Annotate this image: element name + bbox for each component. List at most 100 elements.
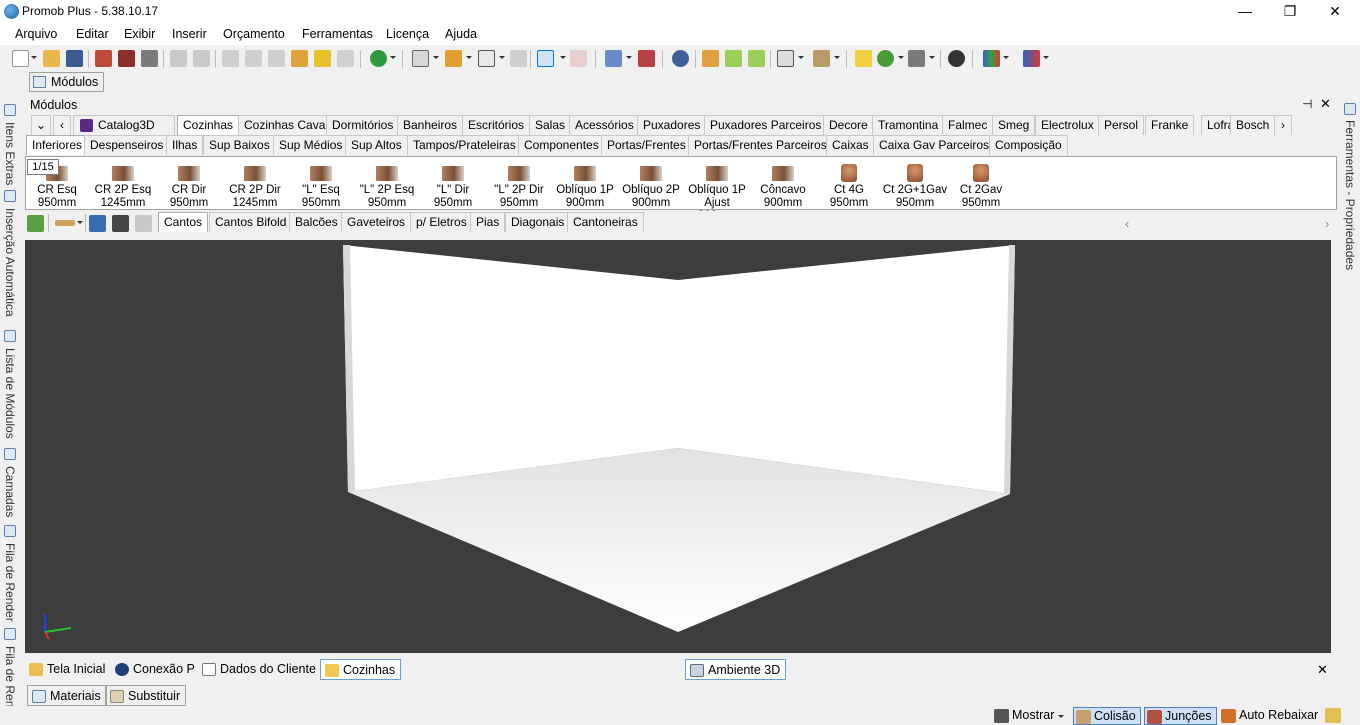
subtab-sup-baixos[interactable]: Sup Baixos [203,135,276,155]
render-icon[interactable] [95,50,112,67]
module-item[interactable]: Ct 2Gav 950mm [948,161,1014,211]
undo-icon[interactable] [170,50,187,67]
tab-dormitorios[interactable]: Dormitórios [326,115,400,135]
module-item[interactable]: Oblíquo 1PAjust 900mm [684,161,750,211]
tab-persol[interactable]: Persol [1098,115,1145,135]
view-tab-ambiente-3d[interactable]: Ambiente 3D [685,659,787,680]
move-icon[interactable] [948,50,965,67]
group-cantos-bifold[interactable]: Cantos Bifold [209,212,293,232]
module-item[interactable]: CR Dir 950mm [156,161,222,211]
module-item[interactable]: Ct 4G 950mm [816,161,882,211]
subtab-caixa-gav-parceiros[interactable]: Caixa Gav Parceiros [873,135,996,155]
subtab-sup-altos[interactable]: Sup Altos [345,135,408,155]
tab-franke[interactable]: Franke [1145,115,1195,135]
chart-icon[interactable] [1023,50,1040,67]
subtab-composicao[interactable]: Composição [989,135,1068,155]
menu-ajuda[interactable]: Ajuda [445,27,477,41]
tab-banheiros[interactable]: Banheiros [397,115,464,135]
doc-tab-cozinhas[interactable]: Cozinhas [320,659,402,680]
hammer-icon[interactable] [291,50,308,67]
save-icon[interactable] [66,50,83,67]
subtab-sup-medios[interactable]: Sup Médios [273,135,349,155]
subtab-tampos-prateleiras[interactable]: Tampos/Prateleiras [407,135,522,155]
camera-icon[interactable] [908,50,925,67]
light-icon[interactable] [855,50,872,67]
tree-icon[interactable] [27,215,44,232]
ruler-icon[interactable] [55,220,75,226]
close-window-button[interactable]: ✕ [1312,0,1358,23]
tab-puxadores-parceiros[interactable]: Puxadores Parceiros [704,115,828,135]
measure-icon[interactable] [570,50,587,67]
tab-next-button[interactable]: › [1274,115,1292,135]
subtab-portas-frentes-parceiros[interactable]: Portas/Frentes Parceiros [688,135,833,155]
dock-fila-render-2[interactable]: Fila de Ren [3,646,17,707]
modules-panel-tab[interactable]: Módulos [29,72,104,92]
dock-insercao-automatica[interactable]: Inserção Automática [3,208,17,317]
menu-ferramentas[interactable]: Ferramentas [302,27,373,41]
doc-tab-conexao[interactable]: Conexão P [111,659,200,680]
group-balcoes[interactable]: Balcões [289,212,344,232]
subtab-componentes[interactable]: Componentes [518,135,605,155]
camera-path-icon[interactable] [877,50,894,67]
menu-arquivo[interactable]: Arquivo [15,27,57,41]
subtab-caixas[interactable]: Caixas [826,135,875,155]
menu-exibir[interactable]: Exibir [124,27,155,41]
module-item[interactable]: Côncavo 900mm [750,161,816,211]
render-settings-icon[interactable] [118,50,135,67]
view-icon[interactable] [777,50,794,67]
cut-icon[interactable] [222,50,239,67]
paint-icon[interactable] [314,50,331,67]
menu-editar[interactable]: Editar [76,27,109,41]
tab-escritorios[interactable]: Escritórios [462,115,531,135]
auto-lower-toggle[interactable]: Auto Rebaixar [1219,707,1318,725]
tab-bosch[interactable]: Bosch [1230,115,1276,135]
collision-toggle[interactable]: Colisão [1073,707,1141,725]
group-pias[interactable]: Pias [470,212,506,232]
tab-cozinhas-cava[interactable]: Cozinhas Cava [238,115,332,135]
subtab-despenseiros[interactable]: Despenseiros [84,135,170,155]
eye-icon[interactable] [672,50,689,67]
joints-toggle[interactable]: Junções [1144,707,1217,725]
tab-falmec[interactable]: Falmec [942,115,994,135]
group-icon[interactable] [445,50,462,67]
tab-decore[interactable]: Decore [823,115,874,135]
open-folder-icon[interactable] [43,50,60,67]
group-diagonais[interactable]: Diagonais [505,212,571,232]
3d-viewport[interactable] [25,240,1331,653]
layers-icon[interactable] [605,50,622,67]
catalog-selector[interactable]: Catalog3D [73,115,175,135]
shape-icon[interactable] [478,50,495,67]
module-item[interactable]: "L" 2P Esq 950mm [354,161,420,211]
module-item[interactable]: CR 2P Esq 1245mm [90,161,156,211]
tab-smeg[interactable]: Smeg [992,115,1036,135]
subtab-ilhas[interactable]: Ilhas [166,135,204,155]
menu-inserir[interactable]: Inserir [172,27,207,41]
tab-acessorios[interactable]: Acessórios [569,115,640,135]
arrow-left-icon[interactable] [725,50,742,67]
binoculars-icon[interactable] [112,215,129,232]
module-swap-icon[interactable] [702,50,719,67]
menu-orcamento[interactable]: Orçamento [223,27,285,41]
delete-icon[interactable] [337,50,354,67]
maximize-button[interactable]: ❐ [1267,0,1313,23]
tab-materiais[interactable]: Materiais [27,685,107,706]
dock-ferramentas-propriedades[interactable]: Ferramentas - Propriedades [1343,120,1357,270]
subtab-portas-frentes[interactable]: Portas/Frentes [601,135,692,155]
magic-wand-icon[interactable] [1325,708,1341,723]
tab-electrolux[interactable]: Electrolux [1035,115,1100,135]
module-item[interactable]: Oblíquo 2P 900mm [618,161,684,211]
dock-fila-render[interactable]: Fila de Render [3,543,17,622]
pin-panel-button[interactable]: ⊣ [1302,97,1312,111]
tab-salas[interactable]: Salas [529,115,572,135]
module-item[interactable]: "L" Esq 950mm [288,161,354,211]
paste-icon[interactable] [268,50,285,67]
module-item[interactable]: Ct 2G+1Gav 950mm [882,161,948,211]
new-file-icon[interactable] [12,50,29,67]
arrow-right-icon[interactable] [748,50,765,67]
menu-licenca[interactable]: Licença [386,27,429,41]
group-gaveteiros[interactable]: Gaveteiros [341,212,412,232]
dock-itens-extras[interactable]: Itens Extras [3,122,17,185]
import-icon[interactable] [89,215,106,232]
tab-cozinhas[interactable]: Cozinhas [177,115,240,135]
color-palette-icon[interactable] [983,50,1000,67]
